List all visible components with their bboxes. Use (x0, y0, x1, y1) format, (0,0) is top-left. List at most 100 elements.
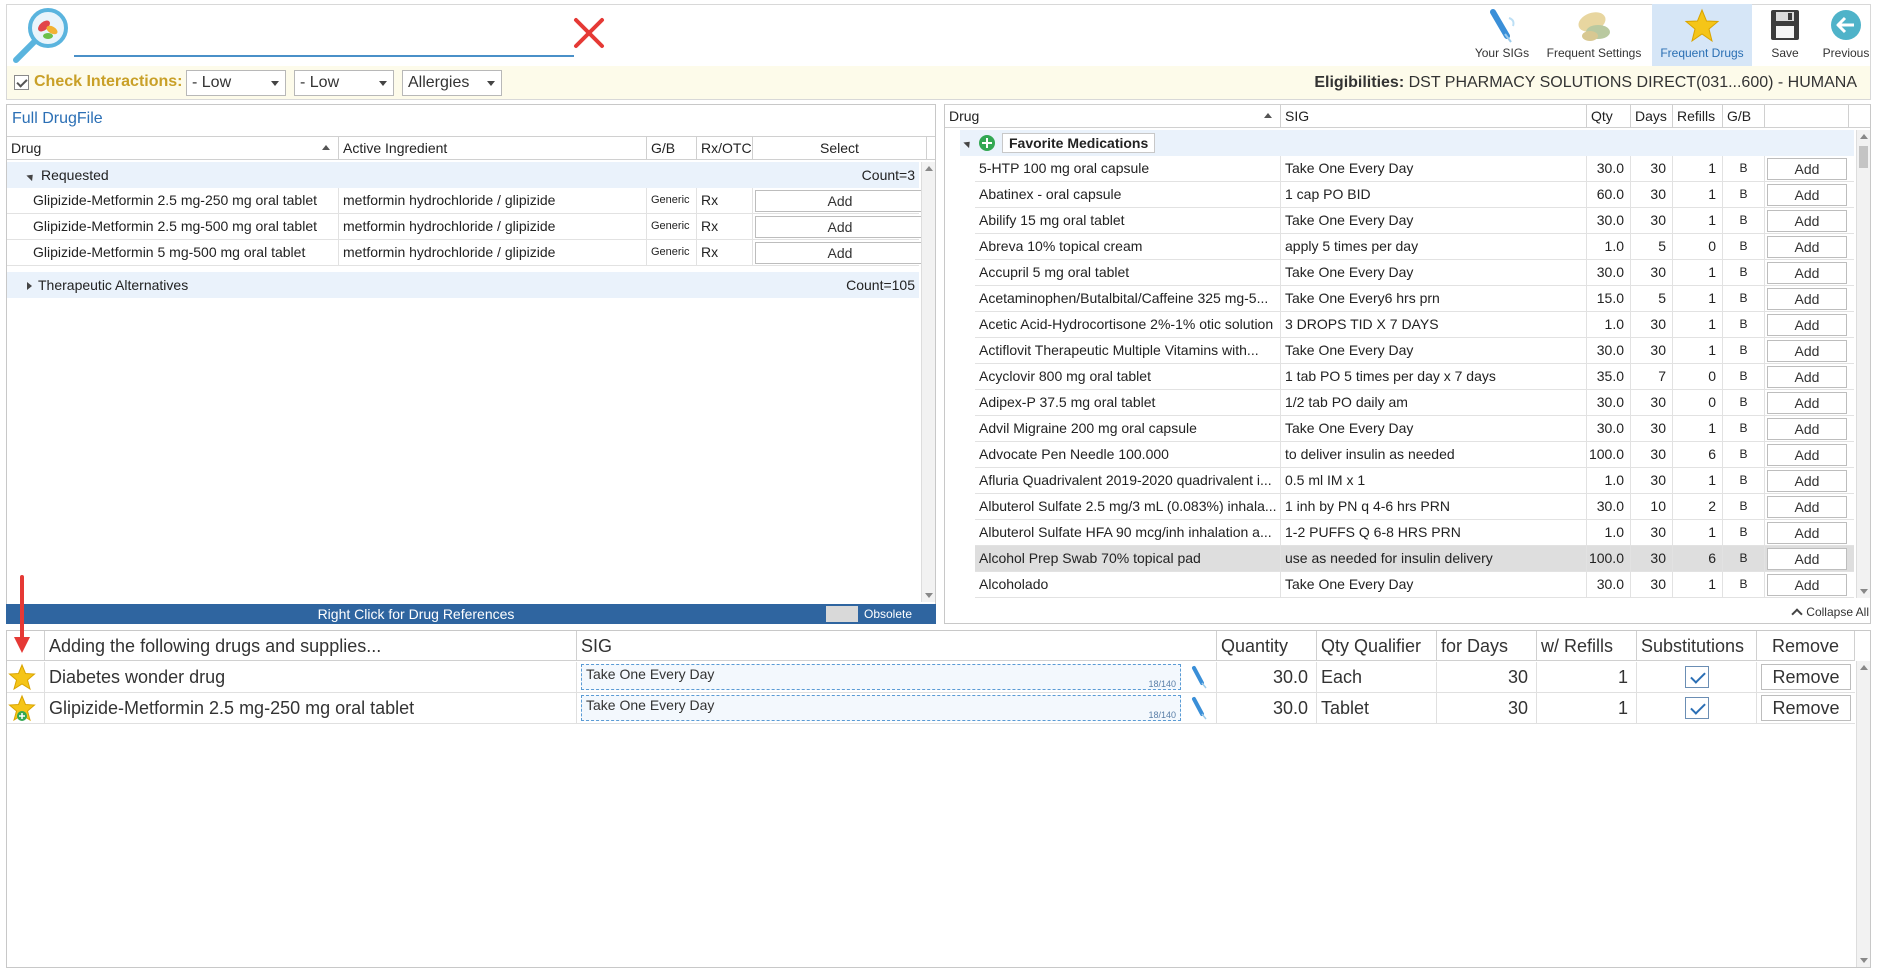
scroll-up-icon[interactable] (1860, 134, 1868, 139)
add-button[interactable]: Add (1767, 496, 1847, 518)
col-gb-header[interactable]: G/B (647, 137, 697, 159)
requested-group-row[interactable]: Requested Count=3 (7, 162, 919, 188)
your-sigs-button[interactable]: Your SIGs (1470, 4, 1534, 66)
days: 30 (1631, 546, 1673, 571)
add-button[interactable]: Add (1767, 236, 1847, 258)
table-row[interactable]: Glipizide-Metformin 2.5 mg-500 mg oral t… (7, 214, 925, 240)
table-row[interactable]: Abatinex - oral capsule 1 cap PO BID 60.0 3… (975, 182, 1854, 208)
favorites-group-row[interactable]: Favorite Medications (960, 130, 1854, 156)
quantity[interactable]: 30.0 (1217, 662, 1317, 692)
frequent-drugs-button[interactable]: Frequent Drugs (1652, 4, 1752, 66)
scroll-down-icon[interactable] (925, 593, 933, 598)
previous-button[interactable]: Previous (1818, 4, 1874, 66)
add-button[interactable]: Add (755, 242, 925, 264)
sig-input[interactable]: Take One Every Day 18/140 (581, 695, 1181, 721)
scroll-thumb[interactable] (1859, 146, 1868, 168)
table-row[interactable]: Glipizide-Metformin 2.5 mg-250 mg oral t… (7, 188, 925, 214)
qty-qualifier[interactable]: Tablet (1317, 693, 1437, 723)
table-row[interactable]: Glipizide-Metformin 5 mg-500 mg oral tab… (7, 240, 925, 266)
sig-editor-icon[interactable] (1189, 696, 1211, 729)
add-button[interactable]: Add (1767, 262, 1847, 284)
add-button[interactable]: Add (1767, 288, 1847, 310)
table-row[interactable]: Acetic Acid-Hydrocortisone 2%-1% otic so… (975, 312, 1854, 338)
table-row[interactable]: Albuterol Sulfate HFA 90 mcg/inh inhalat… (975, 520, 1854, 546)
drug-reference-bar[interactable]: Right Click for Drug References Obsolete… (6, 604, 936, 641)
refills[interactable]: 1 (1537, 693, 1637, 723)
fav-col-gb-header[interactable]: G/B (1723, 105, 1765, 127)
scroll-down-icon[interactable] (1860, 589, 1868, 594)
allergies-dropdown[interactable]: Allergies (402, 70, 502, 96)
col-ingredient-header[interactable]: Active Ingredient (339, 137, 647, 159)
table-row[interactable]: Alcoholado Take One Every Day 30.0 30 1 B Add (975, 572, 1854, 598)
add-button[interactable]: Add (1767, 158, 1847, 180)
favorite-star-icon[interactable] (7, 662, 45, 692)
table-row[interactable]: Acetaminophen/Butalbital/Caffeine 325 mg… (975, 286, 1854, 312)
table-row[interactable]: Abilify 15 mg oral tablet Take One Every … (975, 208, 1854, 234)
add-button[interactable]: Add (1767, 392, 1847, 414)
table-row[interactable]: Diabetes wonder drug Take One Every Day 18… (7, 662, 1855, 693)
right-scrollbar[interactable] (1856, 130, 1870, 598)
table-row[interactable]: Advil Migraine 200 mg oral capsule Take O… (975, 416, 1854, 442)
days[interactable]: 30 (1437, 693, 1537, 723)
table-row[interactable]: Alcohol Prep Swab 70% topical pad use as … (975, 546, 1854, 572)
table-row[interactable]: Albuterol Sulfate 2.5 mg/3 mL (0.083%) i… (975, 494, 1854, 520)
interaction-severity-dropdown[interactable]: - Low (186, 70, 286, 96)
refills[interactable]: 1 (1537, 662, 1637, 692)
scroll-up-icon[interactable] (925, 166, 933, 171)
table-row[interactable]: Glipizide-Metformin 2.5 mg-250 mg oral t… (7, 693, 1855, 724)
add-button[interactable]: Add (1767, 548, 1847, 570)
search-input[interactable] (74, 55, 574, 57)
fav-col-drug-header[interactable]: Drug (945, 105, 1281, 127)
add-button[interactable]: Add (1767, 366, 1847, 388)
fav-col-refills-header[interactable]: Refills (1673, 105, 1723, 127)
fav-col-sig-header[interactable]: SIG (1281, 105, 1587, 127)
quantity[interactable]: 30.0 (1217, 693, 1317, 723)
col-select-header[interactable]: Select (753, 137, 927, 159)
collapse-all-button[interactable]: Collapse All (1791, 605, 1869, 620)
qty-qualifier[interactable]: Each (1317, 662, 1437, 692)
fav-col-qty-header[interactable]: Qty (1587, 105, 1631, 127)
sig-input[interactable]: Take One Every Day 18/140 (581, 664, 1181, 690)
add-button[interactable]: Add (1767, 522, 1847, 544)
fav-col-days-header[interactable]: Days (1631, 105, 1673, 127)
scroll-down-icon[interactable] (1860, 958, 1868, 963)
col-rxotc-header[interactable]: Rx/OTC (697, 137, 753, 159)
table-row[interactable]: Advocate Pen Needle 100.000 to deliver in… (975, 442, 1854, 468)
left-scrollbar[interactable] (921, 162, 935, 602)
col-drug-header[interactable]: Drug (7, 137, 339, 159)
alternatives-group-row[interactable]: Therapeutic Alternatives Count=105 (7, 272, 919, 298)
add-button[interactable]: Add (1767, 470, 1847, 492)
remove-button[interactable]: Remove (1761, 664, 1851, 690)
add-button[interactable]: Add (1767, 574, 1847, 596)
add-button[interactable]: Add (1767, 184, 1847, 206)
interaction-level-dropdown[interactable]: - Low (294, 70, 394, 96)
full-drugfile-title[interactable]: Full DrugFile (12, 110, 103, 128)
remove-button[interactable]: Remove (1761, 695, 1851, 721)
table-row[interactable]: Adipex-P 37.5 mg oral tablet 1/2 tab PO d… (975, 390, 1854, 416)
generic-brand: B (1723, 390, 1765, 415)
table-row[interactable]: Accupril 5 mg oral tablet Take One Every … (975, 260, 1854, 286)
bottom-scrollbar[interactable] (1856, 661, 1870, 967)
add-button[interactable]: Add (755, 216, 925, 238)
add-button[interactable]: Add (1767, 210, 1847, 232)
add-button[interactable]: Add (1767, 418, 1847, 440)
add-button[interactable]: Add (1767, 340, 1847, 362)
add-button[interactable]: Add (755, 190, 925, 212)
add-button[interactable]: Add (1767, 444, 1847, 466)
days[interactable]: 30 (1437, 662, 1537, 692)
substitutions-checkbox[interactable] (1685, 666, 1709, 688)
table-row[interactable]: Afluria Quadrivalent 2019-2020 quadrival… (975, 468, 1854, 494)
table-row[interactable]: Acyclovir 800 mg oral tablet 1 tab PO 5 t… (975, 364, 1854, 390)
frequent-settings-button[interactable]: Frequent Settings (1540, 4, 1648, 66)
table-row[interactable]: Abreva 10% topical cream apply 5 times pe… (975, 234, 1854, 260)
clear-search-icon[interactable] (572, 16, 606, 50)
favorite-star-icon[interactable] (7, 693, 45, 723)
table-row[interactable]: Actiflovit Therapeutic Multiple Vitamins… (975, 338, 1854, 364)
substitutions-checkbox[interactable] (1685, 697, 1709, 719)
add-button[interactable]: Add (1767, 314, 1847, 336)
add-circle-icon[interactable] (978, 134, 996, 152)
check-interactions-checkbox[interactable] (14, 75, 29, 90)
save-button[interactable]: Save (1756, 4, 1814, 66)
table-row[interactable]: 5-HTP 100 mg oral capsule Take One Every … (975, 156, 1854, 182)
scroll-up-icon[interactable] (1860, 665, 1868, 670)
